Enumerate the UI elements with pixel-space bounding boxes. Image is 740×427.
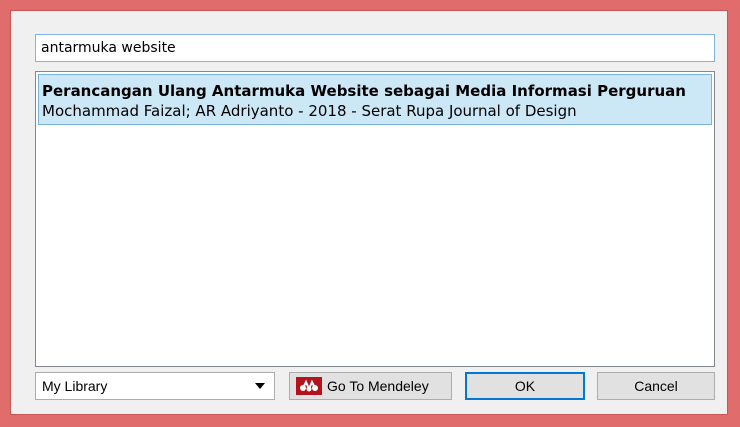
ok-button-focus-ring <box>466 373 584 399</box>
go-to-mendeley-button[interactable]: Go To Mendeley <box>289 372 452 400</box>
ok-button[interactable]: OK <box>465 372 585 400</box>
library-select[interactable]: My Library <box>35 372 275 400</box>
result-item[interactable]: Perancangan Ulang Antarmuka Website seba… <box>38 74 712 125</box>
library-select-value: My Library <box>42 378 108 394</box>
go-to-mendeley-label: Go To Mendeley <box>327 378 429 394</box>
cancel-button[interactable]: Cancel <box>597 372 715 400</box>
result-meta: Mochammad Faizal; AR Adriyanto - 2018 - … <box>42 102 577 120</box>
results-list[interactable]: Perancangan Ulang Antarmuka Website seba… <box>35 71 715 367</box>
result-title: Perancangan Ulang Antarmuka Website seba… <box>42 82 686 100</box>
mendeley-logo-icon <box>296 377 322 395</box>
cancel-button-label: Cancel <box>634 378 678 394</box>
search-input[interactable] <box>35 34 715 62</box>
chevron-down-icon <box>255 383 265 389</box>
citation-search-dialog: Perancangan Ulang Antarmuka Website seba… <box>10 10 728 415</box>
